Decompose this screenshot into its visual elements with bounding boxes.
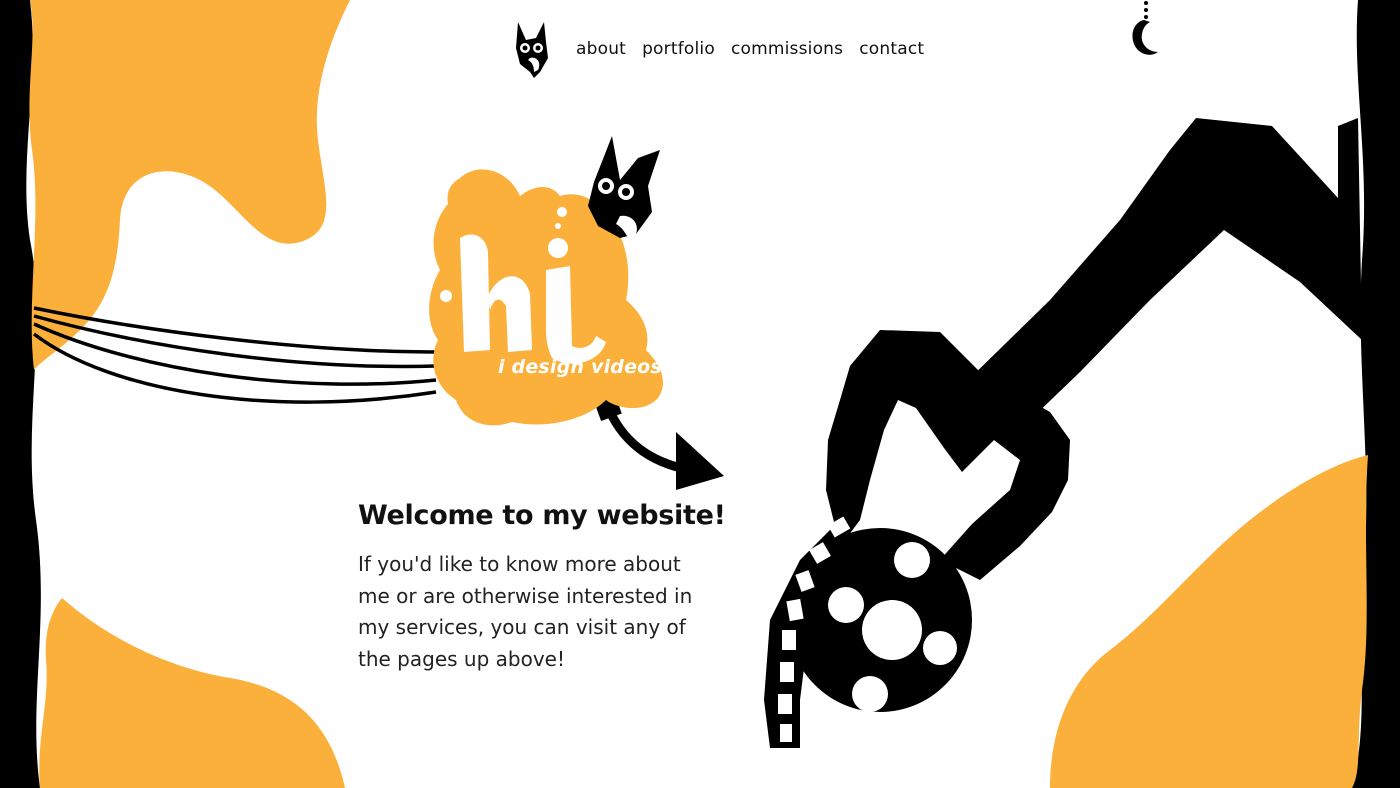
top-navigation: about portfolio commissions contact [512,18,924,80]
nav-links: about portfolio commissions contact [576,39,924,59]
hero-tagline: i design videos. [498,356,670,378]
page-canvas: i design videos. about portfolio commiss… [0,0,1400,788]
welcome-heading: Welcome to my website! [358,500,726,531]
welcome-section: Welcome to my website! If you'd like to … [358,500,738,675]
nav-link-portfolio[interactable]: portfolio [642,39,715,59]
moon-pendant-icon[interactable] [1126,0,1160,60]
nav-link-contact[interactable]: contact [859,39,924,59]
fox-mascot-icon[interactable] [512,18,552,80]
nav-link-about[interactable]: about [576,39,626,59]
welcome-body: If you'd like to know more about me or a… [358,552,693,671]
hi-splash-graphic [429,136,663,426]
hi-badge: i design videos. [420,130,680,450]
fox-mascot-icon [588,136,660,238]
nav-link-commissions[interactable]: commissions [731,39,843,59]
